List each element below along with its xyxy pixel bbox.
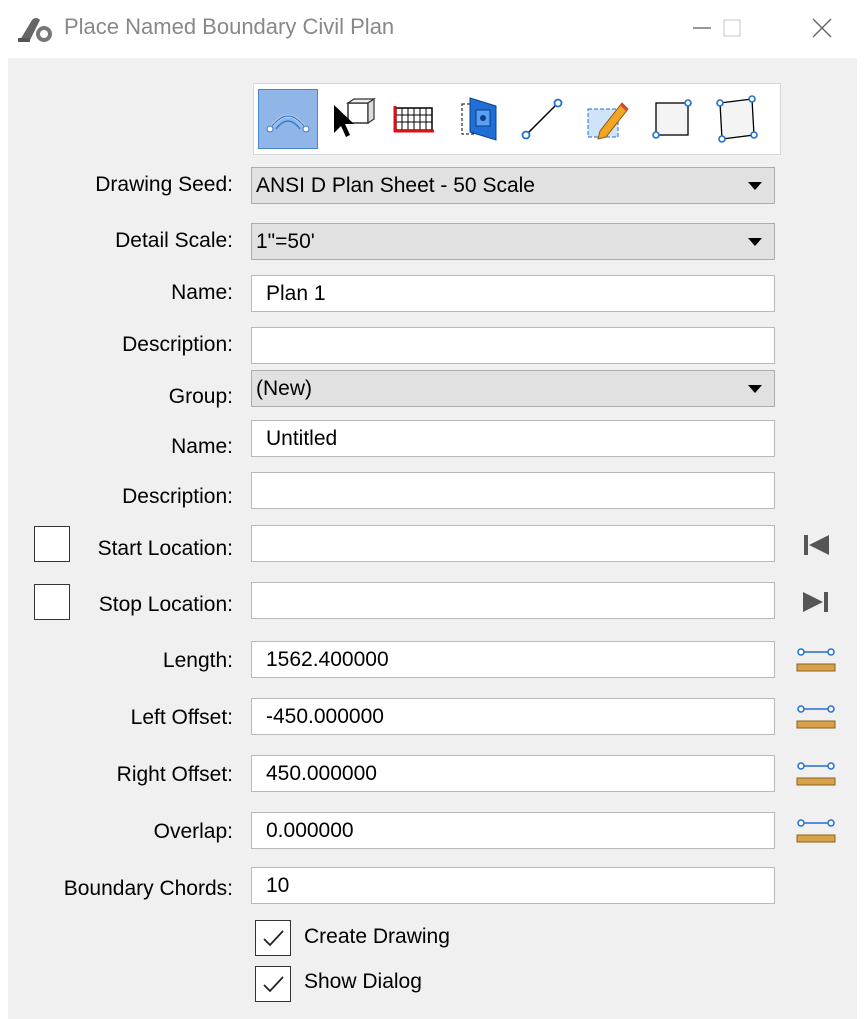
name-field[interactable]: Plan 1 <box>251 275 775 312</box>
show-dialog-label: Show Dialog <box>304 970 422 993</box>
right-offset-measure-button[interactable] <box>794 756 838 792</box>
chevron-down-icon <box>748 238 762 246</box>
maximize-icon <box>723 19 741 37</box>
drawing-seed-value: ANSI D Plan Sheet - 50 Scale <box>256 174 535 197</box>
left-offset-label: Left Offset: <box>130 706 233 729</box>
start-location-checkbox[interactable] <box>34 526 70 562</box>
chevron-down-icon <box>748 182 762 190</box>
detail-scale-dropdown[interactable]: 1"=50' <box>251 223 775 260</box>
pencil-edit-tool[interactable] <box>576 89 636 149</box>
group-description-label: Description: <box>122 485 233 508</box>
drawing-seed-label: Drawing Seed: <box>95 173 233 196</box>
length-field[interactable]: 1562.400000 <box>251 641 775 678</box>
line-between-points-icon <box>521 98 563 140</box>
left-offset-measure-button[interactable] <box>794 699 838 735</box>
go-to-end-button[interactable] <box>794 584 838 620</box>
create-drawing-checkbox[interactable] <box>255 920 291 956</box>
group-dropdown[interactable]: (New) <box>251 370 775 407</box>
show-dialog-checkbox[interactable] <box>255 966 291 1002</box>
start-location-label: Start Location: <box>97 537 233 560</box>
3d-view-icon <box>461 97 497 141</box>
skip-to-end-icon <box>803 592 828 612</box>
boundary-chords-label: Boundary Chords: <box>63 877 233 900</box>
toolbar <box>253 83 781 155</box>
close-button[interactable] <box>792 0 852 56</box>
measure-distance-icon <box>796 648 836 672</box>
pencil-edit-icon <box>587 102 629 140</box>
line-tool[interactable] <box>512 89 572 149</box>
window-title: Place Named Boundary Civil Plan <box>64 14 395 39</box>
title-bar: Place Named Boundary Civil Plan <box>0 0 865 56</box>
maximize-button[interactable] <box>702 0 762 56</box>
skip-to-start-icon <box>804 535 829 555</box>
checkmark-icon <box>263 976 284 993</box>
stop-location-checkbox[interactable] <box>34 584 70 620</box>
right-offset-label: Right Offset: <box>116 763 233 786</box>
group-name-label: Name: <box>171 435 233 458</box>
measure-distance-icon <box>796 705 836 729</box>
right-offset-field[interactable]: 450.000000 <box>251 755 775 792</box>
civil-plan-boundary-icon <box>266 114 310 133</box>
group-name-field[interactable]: Untitled <box>251 420 775 457</box>
grid-icon <box>393 106 434 133</box>
boundary-chords-field[interactable]: 10 <box>251 867 775 904</box>
description-label: Description: <box>122 333 233 356</box>
rectangle-icon <box>652 99 692 139</box>
description-field[interactable] <box>251 327 775 364</box>
group-value: (New) <box>256 377 312 400</box>
polygon-icon <box>716 95 758 143</box>
select-element-tool[interactable] <box>322 89 382 149</box>
dialog-body: Drawing Seed: ANSI D Plan Sheet - 50 Sca… <box>8 58 857 1019</box>
overlap-field[interactable]: 0.000000 <box>251 812 775 849</box>
3d-view-tool[interactable] <box>450 89 510 149</box>
detail-scale-label: Detail Scale: <box>115 229 233 252</box>
close-icon <box>812 18 832 38</box>
create-drawing-label: Create Drawing <box>304 925 450 948</box>
go-to-start-button[interactable] <box>794 527 838 563</box>
overlap-measure-button[interactable] <box>794 813 838 849</box>
stop-location-label: Stop Location: <box>98 593 233 616</box>
civil-plan-boundary-tool[interactable] <box>258 89 318 149</box>
rectangle-tool[interactable] <box>642 89 702 149</box>
polygon-tool[interactable] <box>706 89 766 149</box>
start-location-field[interactable] <box>251 525 775 562</box>
detail-scale-value: 1"=50' <box>256 230 315 253</box>
length-label: Length: <box>162 649 233 672</box>
drawing-seed-dropdown[interactable]: ANSI D Plan Sheet - 50 Scale <box>251 167 775 204</box>
app-icon <box>16 14 56 44</box>
name-label: Name: <box>171 281 233 304</box>
checkmark-icon <box>263 930 284 947</box>
grid-tool[interactable] <box>384 89 444 149</box>
stop-location-field[interactable] <box>251 582 775 619</box>
left-offset-field[interactable]: -450.000000 <box>251 698 775 735</box>
overlap-label: Overlap: <box>153 820 233 843</box>
measure-distance-icon <box>796 819 836 843</box>
measure-distance-icon <box>796 762 836 786</box>
chevron-down-icon <box>748 385 762 393</box>
group-label: Group: <box>168 385 233 408</box>
select-element-icon <box>334 97 376 137</box>
length-measure-button[interactable] <box>794 642 838 678</box>
group-description-field[interactable] <box>251 472 775 509</box>
